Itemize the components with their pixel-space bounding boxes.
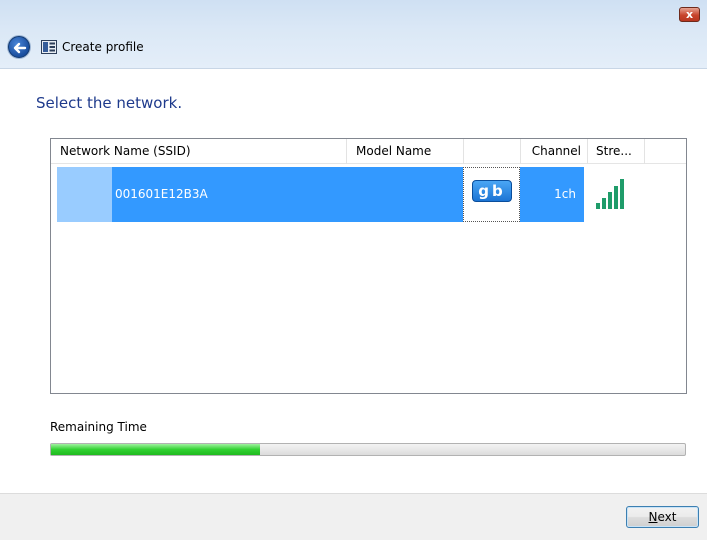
profile-icon [41, 40, 57, 54]
list-header: Network Name (SSID) Model Name Channel S… [51, 139, 686, 164]
remaining-time-label: Remaining Time [50, 420, 147, 434]
network-row[interactable]: 001601E12B3A gb 1ch [57, 167, 642, 222]
channel-cell: 1ch [520, 167, 584, 222]
next-accelerator: N [648, 510, 658, 524]
column-header-ssid[interactable]: Network Name (SSID) [60, 139, 347, 164]
column-header-strength[interactable]: Stre... [588, 139, 645, 164]
column-header-mode[interactable] [464, 139, 521, 164]
mode-cell: gb [463, 167, 520, 222]
row-leading-cell [57, 167, 112, 222]
close-button[interactable]: x [679, 7, 700, 22]
column-header-model[interactable]: Model Name [347, 139, 464, 164]
signal-strength-icon [596, 179, 624, 209]
progress-fill [51, 444, 260, 455]
ssid-cell: 001601E12B3A [112, 167, 463, 222]
network-mode-icon: gb [472, 180, 512, 202]
window-title: Create profile [62, 40, 144, 54]
network-list[interactable]: Network Name (SSID) Model Name Channel S… [50, 138, 687, 394]
strength-cell [584, 167, 642, 222]
back-button[interactable] [8, 36, 30, 58]
next-label: ext [657, 510, 677, 524]
next-button[interactable]: Next [626, 506, 699, 528]
back-arrow-icon [13, 42, 27, 54]
page-heading: Select the network. [36, 94, 183, 112]
footer-bar [0, 493, 707, 540]
column-header-channel[interactable]: Channel [521, 139, 588, 164]
title-bar [0, 0, 707, 69]
remaining-time-progress [50, 443, 686, 456]
